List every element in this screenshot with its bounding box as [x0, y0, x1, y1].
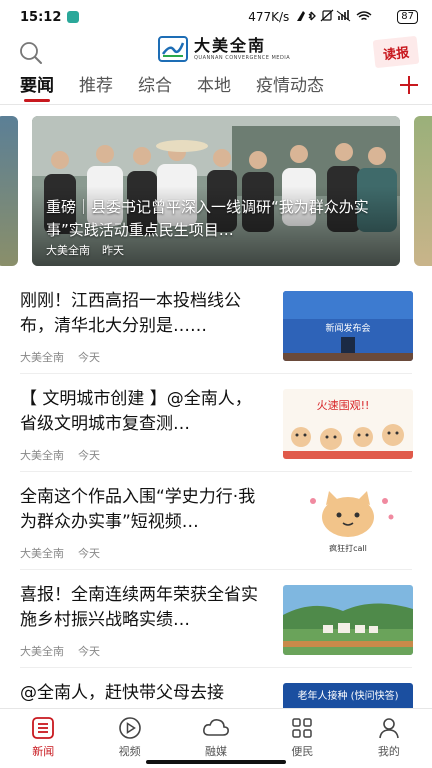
- news-source: 大美全南: [20, 645, 64, 658]
- nav-news-label: 新闻: [32, 745, 55, 758]
- user-icon: [379, 718, 399, 739]
- thumb-text: 疯狂打call: [329, 543, 367, 553]
- news-meta: 大美全南 今天: [20, 643, 100, 659]
- status-time: 15:12: [20, 9, 62, 25]
- news-time: 今天: [78, 645, 100, 658]
- logo-mark-icon: [158, 36, 188, 62]
- news-title: 【 文明城市创建 】@全南人，省级文明城市复查测…: [20, 389, 252, 434]
- tab-local[interactable]: 本地: [197, 72, 231, 104]
- news-item[interactable]: 全南这个作品入围“学史力行·我为群众办实事”短视频… 大美全南 今天 疯狂打ca…: [0, 485, 432, 583]
- play-icon: [118, 717, 141, 739]
- news-meta: 大美全南 今天: [20, 545, 100, 561]
- news-title: 喜报！全南连续两年荣获全省实施乡村振兴战略实绩…: [20, 585, 258, 630]
- nav-profile[interactable]: 我的: [346, 709, 432, 768]
- news-title: @全南人，赶快带父母去接: [20, 683, 224, 703]
- thumb-text: 新闻发布会: [325, 322, 370, 334]
- tabs-divider: [0, 104, 432, 105]
- search-icon: [20, 42, 42, 64]
- news-title: 全南这个作品入围“学史力行·我为群众办实事”短视频…: [20, 487, 256, 532]
- news-time: 今天: [78, 547, 100, 560]
- logo-subtitle: QUANNAN CONVERGENCE MEDIA: [194, 54, 291, 61]
- newspaper-label: 读报: [382, 45, 410, 63]
- nav-news[interactable]: 新闻: [0, 709, 86, 768]
- news-item[interactable]: @全南人，赶快带父母去接 老年人接种 (快问快答): [0, 681, 432, 708]
- news-meta: 大美全南 今天: [20, 447, 100, 463]
- tab-epidemic[interactable]: 疫情动态: [256, 72, 324, 104]
- news-item[interactable]: 喜报！全南连续两年荣获全省实施乡村振兴战略实绩… 大美全南 今天: [0, 583, 432, 681]
- carousel-caption: 重磅｜县委书记曾平深入一线调研“我为群众办实事”实践活动重点民生项目…: [46, 198, 369, 239]
- news-thumbnail: 新闻发布会: [283, 291, 413, 361]
- news-thumbnail: 火速围观!!: [283, 389, 413, 459]
- tab-general[interactable]: 综合: [138, 72, 172, 104]
- home-indicator[interactable]: [146, 760, 286, 764]
- status-right: 477K/s 87: [248, 9, 418, 26]
- battery-indicator: 87: [397, 10, 418, 24]
- carousel-meta: 大美全南 昨天: [46, 242, 124, 258]
- app-logo: 大美全南 QUANNAN CONVERGENCE MEDIA: [158, 36, 290, 62]
- grid-icon: [292, 718, 313, 738]
- app-notification-icon: [67, 11, 80, 23]
- news-icon: [32, 717, 55, 739]
- status-bar: 15:12 477K/s 87: [0, 0, 432, 34]
- tab-recommended[interactable]: 推荐: [79, 72, 113, 104]
- news-time: 今天: [78, 449, 100, 462]
- news-time: 今天: [78, 351, 100, 364]
- news-item[interactable]: 【 文明城市创建 】@全南人，省级文明城市复查测… 大美全南 今天 火速围观!!: [0, 387, 432, 485]
- tabs-fade: [362, 72, 402, 102]
- news-thumbnail: 疯狂打call: [283, 487, 413, 557]
- news-divider: [20, 569, 412, 570]
- net-speed: 477K/s: [248, 10, 290, 24]
- nav-video-label: 视频: [118, 745, 141, 758]
- news-divider: [20, 373, 412, 374]
- news-meta: 大美全南 今天: [20, 349, 100, 365]
- thumb-text: 老年人接种 (快问快答): [298, 689, 399, 702]
- thumb-text: 火速围观!!: [317, 399, 370, 412]
- nav-services-label: 便民: [291, 745, 314, 758]
- news-thumbnail: 老年人接种 (快问快答): [283, 683, 413, 708]
- carousel-prev-slide[interactable]: [0, 116, 18, 266]
- cloud-icon: [203, 719, 229, 736]
- news-source: 大美全南: [20, 547, 64, 560]
- tab-headlines[interactable]: 要闻: [20, 72, 54, 104]
- headline-carousel[interactable]: 重磅｜县委书记曾平深入一线调研“我为群众办实事”实践活动重点民生项目… 大美全南…: [0, 116, 432, 266]
- news-divider: [20, 471, 412, 472]
- news-divider: [20, 667, 412, 668]
- news-thumbnail: [283, 585, 413, 655]
- bottom-navigation: 新闻 视频 融媒 便民 我的: [0, 708, 432, 768]
- signal-icons: [295, 9, 391, 26]
- carousel-time: 昨天: [102, 244, 124, 257]
- news-source: 大美全南: [20, 449, 64, 462]
- carousel-next-slide[interactable]: [414, 116, 432, 266]
- logo-title: 大美全南: [194, 35, 267, 55]
- search-button[interactable]: [18, 40, 44, 66]
- add-channel-button[interactable]: [398, 74, 420, 98]
- news-title: 刚刚！江西高招一本投档线公布，清华北大分别是……: [20, 291, 241, 336]
- newspaper-button[interactable]: 读报: [372, 35, 420, 69]
- nav-media-label: 融媒: [205, 745, 228, 758]
- nav-profile-label: 我的: [377, 745, 400, 758]
- carousel-slide[interactable]: 重磅｜县委书记曾平深入一线调研“我为群众办实事”实践活动重点民生项目… 大美全南…: [32, 116, 400, 266]
- news-source: 大美全南: [20, 351, 64, 364]
- app-header: 大美全南 QUANNAN CONVERGENCE MEDIA 读报: [0, 34, 432, 69]
- news-item[interactable]: 刚刚！江西高招一本投档线公布，清华北大分别是…… 大美全南 今天 新闻发布会: [0, 289, 432, 387]
- plus-icon: [400, 76, 418, 94]
- carousel-source: 大美全南: [46, 244, 90, 257]
